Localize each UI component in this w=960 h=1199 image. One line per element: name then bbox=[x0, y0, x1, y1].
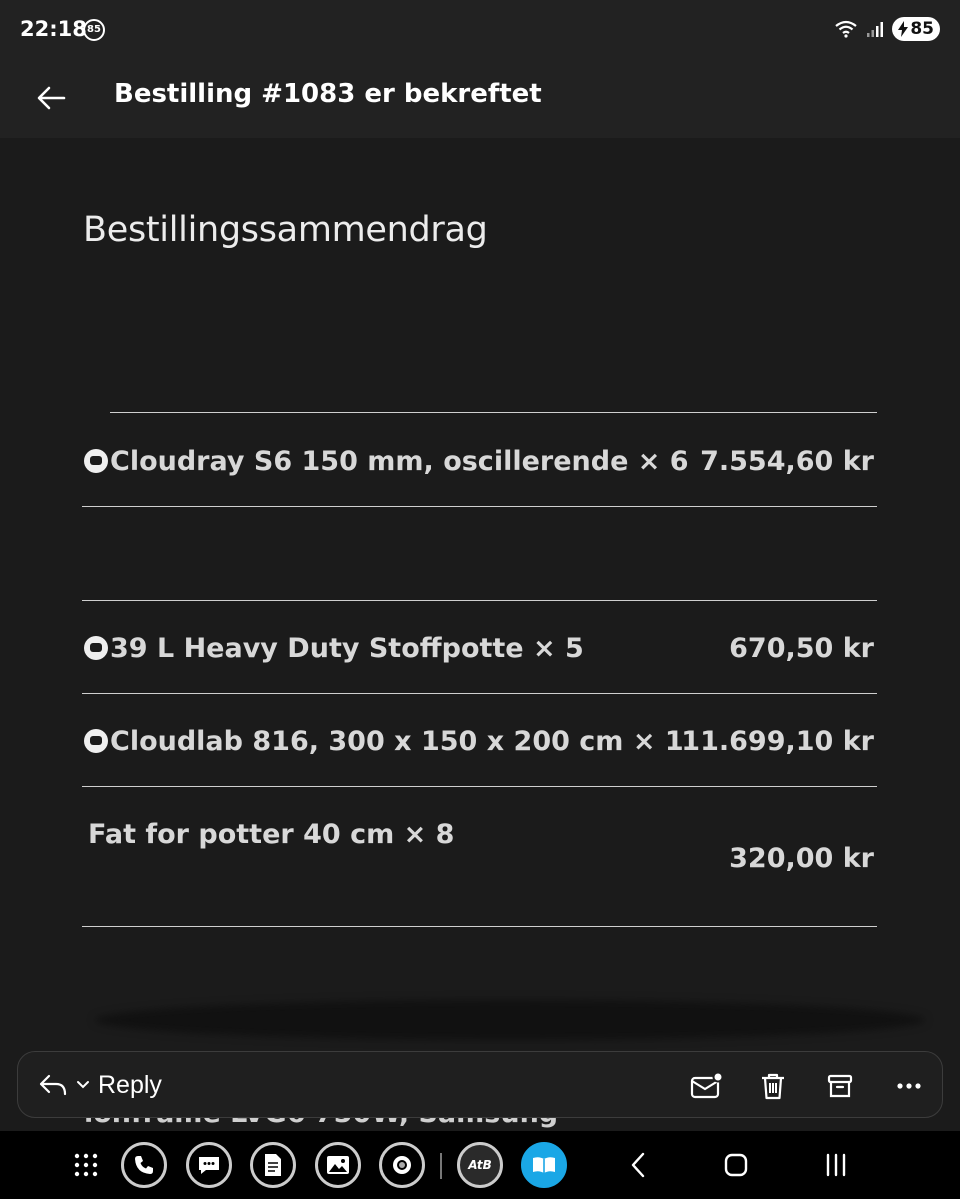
atb-app[interactable]: AtB bbox=[456, 1141, 504, 1189]
apps-grid-icon bbox=[74, 1153, 98, 1177]
battery-level: 85 bbox=[910, 19, 934, 39]
order-item-name: Cloudlab 816, 300 x 150 x 200 cm × 1 bbox=[84, 726, 684, 757]
summary-heading: Bestillingssammendrag bbox=[83, 210, 488, 250]
gallery-icon bbox=[315, 1142, 361, 1188]
order-item-price: 11.699,10 kr bbox=[681, 726, 874, 757]
reply-button[interactable]: Reply bbox=[38, 1064, 162, 1106]
reply-label: Reply bbox=[98, 1070, 162, 1099]
divider bbox=[82, 693, 877, 694]
recents-icon bbox=[826, 1153, 846, 1177]
system-back-button[interactable] bbox=[614, 1141, 662, 1189]
battery-indicator: 85 bbox=[892, 17, 940, 41]
back-button[interactable] bbox=[30, 76, 74, 120]
camera-icon bbox=[379, 1142, 425, 1188]
mark-unread-button[interactable] bbox=[686, 1066, 726, 1106]
divider bbox=[82, 506, 877, 507]
phone-app[interactable] bbox=[120, 1141, 168, 1189]
atb-icon: AtB bbox=[457, 1142, 503, 1188]
phone-icon bbox=[121, 1142, 167, 1188]
email-content[interactable]: Bestillingssammendrag Cloudray S6 150 mm… bbox=[0, 138, 960, 1130]
status-icons: 85 bbox=[834, 16, 940, 42]
trash-icon bbox=[762, 1073, 784, 1100]
arrow-left-icon bbox=[37, 86, 66, 110]
delete-button[interactable] bbox=[753, 1066, 793, 1106]
messages-app[interactable] bbox=[185, 1141, 233, 1189]
messages-icon bbox=[186, 1142, 232, 1188]
divider bbox=[82, 926, 877, 927]
app-drawer-button[interactable] bbox=[62, 1141, 110, 1189]
home-icon bbox=[724, 1153, 748, 1177]
atb-label: AtB bbox=[468, 1158, 492, 1172]
product-thumbnail-icon bbox=[84, 449, 108, 473]
page-title: Bestilling #1083 er bekreftet bbox=[114, 79, 542, 109]
reply-icon bbox=[39, 1074, 67, 1096]
status-time: 22:18 bbox=[20, 17, 87, 41]
navigation-bar: AtB bbox=[0, 1131, 960, 1199]
product-thumbnail-icon bbox=[84, 729, 108, 753]
more-options-button[interactable] bbox=[889, 1066, 929, 1106]
signal-icon bbox=[867, 22, 884, 37]
chevron-down-icon[interactable] bbox=[76, 1080, 90, 1090]
charging-bolt-icon bbox=[898, 21, 909, 37]
order-item-name: Fat for potter 40 cm × 8 bbox=[88, 819, 455, 850]
reader-app[interactable] bbox=[520, 1141, 568, 1189]
camera-app[interactable] bbox=[378, 1141, 426, 1189]
notification-count-badge: 85 bbox=[83, 19, 105, 41]
gallery-app[interactable] bbox=[314, 1141, 362, 1189]
product-thumbnail-icon bbox=[84, 636, 108, 660]
divider bbox=[82, 600, 877, 601]
divider bbox=[82, 786, 877, 787]
image-shadow bbox=[95, 1000, 925, 1040]
notes-icon bbox=[250, 1142, 296, 1188]
reply-bar: Reply bbox=[17, 1051, 943, 1118]
status-bar: 22:18 85 85 bbox=[0, 0, 960, 58]
more-icon bbox=[897, 1083, 921, 1089]
order-item-name: Cloudray S6 150 mm, oscillerende × 6 bbox=[84, 446, 689, 477]
order-item-price: 670,50 kr bbox=[729, 633, 874, 664]
archive-button[interactable] bbox=[820, 1066, 860, 1106]
order-item-name: 39 L Heavy Duty Stoffpotte × 5 bbox=[84, 633, 584, 664]
system-home-button[interactable] bbox=[712, 1141, 760, 1189]
wifi-icon bbox=[835, 20, 858, 38]
archive-icon bbox=[827, 1074, 853, 1098]
reader-icon bbox=[521, 1142, 567, 1188]
divider bbox=[110, 412, 877, 413]
order-item-price: 7.554,60 kr bbox=[700, 446, 874, 477]
notes-app[interactable] bbox=[249, 1141, 297, 1189]
nav-separator bbox=[440, 1153, 442, 1179]
back-icon bbox=[631, 1152, 645, 1178]
mark-unread-icon bbox=[690, 1072, 722, 1099]
app-bar: Bestilling #1083 er bekreftet bbox=[0, 58, 960, 138]
system-recents-button[interactable] bbox=[812, 1141, 860, 1189]
order-item-price: 320,00 kr bbox=[729, 843, 874, 874]
